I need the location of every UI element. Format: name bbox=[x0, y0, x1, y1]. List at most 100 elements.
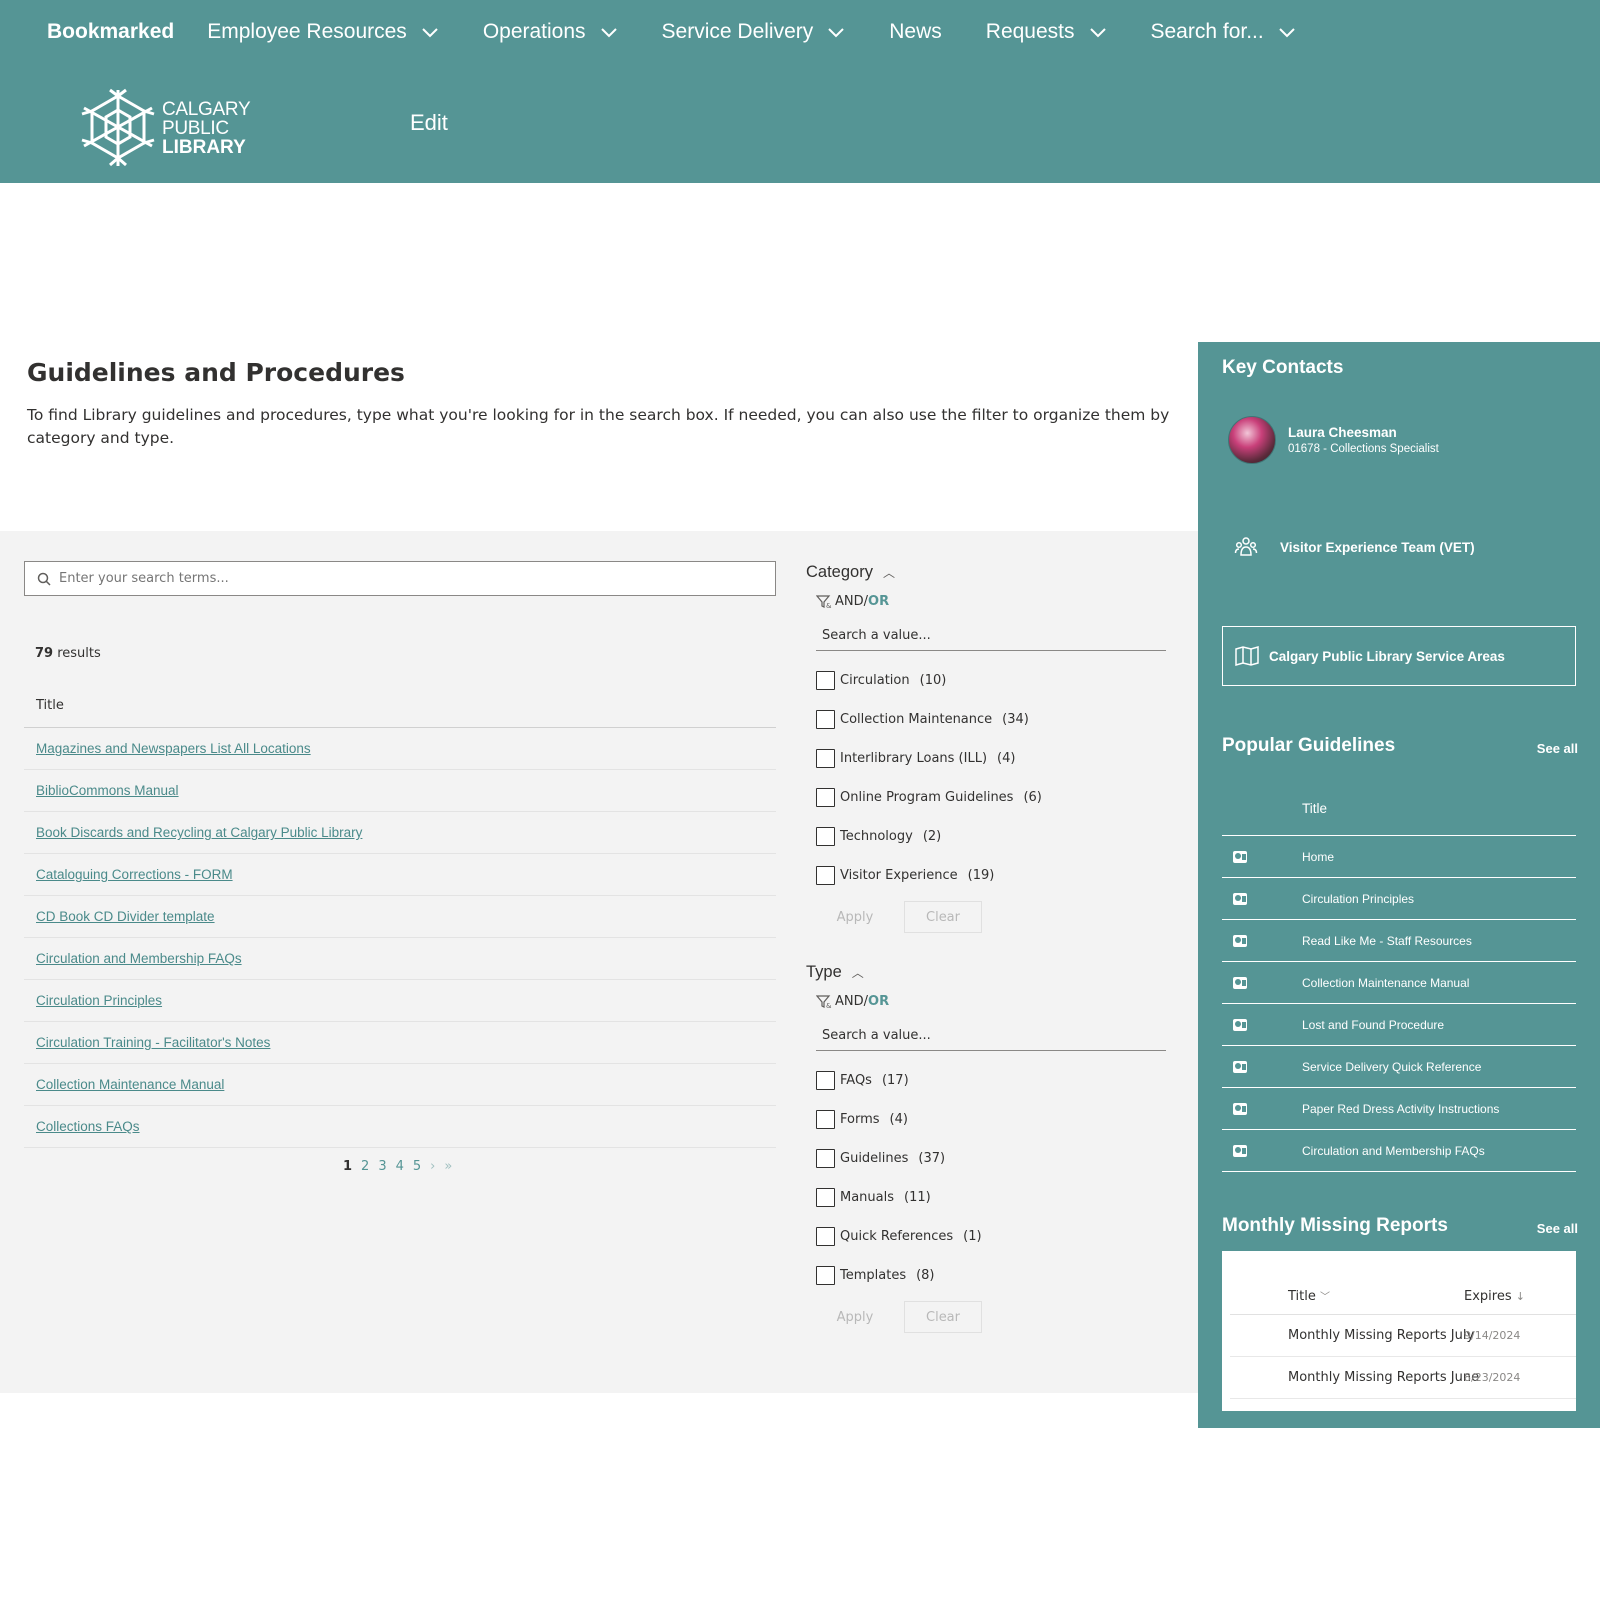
page-5[interactable]: 5 bbox=[413, 1159, 421, 1174]
team-link[interactable]: Visitor Experience Team (VET) bbox=[1234, 535, 1475, 559]
result-link[interactable]: Magazines and Newspapers List All Locati… bbox=[36, 741, 311, 756]
missing-col-title[interactable]: Title ﹀ bbox=[1230, 1288, 1464, 1304]
list-item[interactable]: Read Like Me - Staff Resources bbox=[1222, 920, 1576, 962]
library-snowflake-logo-icon bbox=[81, 88, 155, 167]
search-input[interactable] bbox=[59, 571, 739, 586]
filter-option[interactable]: Manuals (11) bbox=[816, 1178, 1174, 1217]
list-item[interactable]: Lost and Found Procedure bbox=[1222, 1004, 1576, 1046]
apply-button[interactable]: Apply bbox=[820, 901, 890, 933]
nav-operations[interactable]: Operations bbox=[483, 20, 618, 44]
list-item[interactable]: Circulation Principles bbox=[1222, 878, 1576, 920]
checkbox[interactable] bbox=[816, 1266, 835, 1285]
page-4[interactable]: 4 bbox=[396, 1159, 404, 1174]
contact-card[interactable]: Laura Cheesman 01678 - Collections Speci… bbox=[1228, 416, 1439, 464]
filter-option[interactable]: Guidelines (37) bbox=[816, 1139, 1174, 1178]
list-item[interactable]: Home bbox=[1222, 836, 1576, 878]
filter-option[interactable]: Technology (2) bbox=[816, 817, 1174, 856]
filter-option[interactable]: Forms (4) bbox=[816, 1100, 1174, 1139]
option-label: Manuals bbox=[840, 1190, 895, 1205]
result-link[interactable]: BiblioCommons Manual bbox=[36, 783, 179, 798]
result-link[interactable]: Collections FAQs bbox=[36, 1119, 140, 1134]
nav-search-for[interactable]: Search for... bbox=[1151, 20, 1296, 44]
page-3[interactable]: 3 bbox=[378, 1159, 386, 1174]
category-filter-header[interactable]: Category ︿ bbox=[806, 563, 1174, 582]
list-item[interactable]: Service Delivery Quick Reference bbox=[1222, 1046, 1576, 1088]
filter-option[interactable]: FAQs (17) bbox=[816, 1061, 1174, 1100]
next-page-icon[interactable]: › bbox=[430, 1159, 435, 1174]
service-areas-button[interactable]: Calgary Public Library Service Areas bbox=[1222, 626, 1576, 686]
checkbox[interactable] bbox=[816, 788, 835, 807]
filter-option[interactable]: Quick References (1) bbox=[816, 1217, 1174, 1256]
result-link[interactable]: CD Book CD Divider template bbox=[36, 909, 215, 924]
checkbox[interactable] bbox=[816, 710, 835, 729]
checkbox[interactable] bbox=[816, 1110, 835, 1129]
checkbox[interactable] bbox=[816, 827, 835, 846]
option-count: (2) bbox=[922, 829, 942, 844]
checkbox[interactable] bbox=[816, 1071, 835, 1090]
andor-toggle[interactable]: & AND/OR bbox=[816, 994, 1174, 1009]
nav-label: Operations bbox=[482, 20, 586, 43]
contact-info: Laura Cheesman 01678 - Collections Speci… bbox=[1288, 425, 1439, 455]
option-label: Online Program Guidelines bbox=[840, 790, 1014, 805]
apply-button[interactable]: Apply bbox=[820, 1301, 890, 1333]
checkbox[interactable] bbox=[816, 1227, 835, 1246]
edit-button[interactable]: Edit bbox=[410, 110, 448, 136]
type-filter-header[interactable]: Type ︿ bbox=[806, 963, 1174, 982]
filter-option[interactable]: Interlibrary Loans (ILL) (4) bbox=[816, 739, 1174, 778]
monthly-missing-list: Title ﹀ Expires ↓ Monthly Missing Report… bbox=[1222, 1251, 1576, 1411]
option-count: (37) bbox=[918, 1151, 946, 1166]
list-item-label: Collection Maintenance Manual bbox=[1302, 975, 1470, 990]
nav-requests[interactable]: Requests bbox=[986, 20, 1107, 44]
filter-option[interactable]: Online Program Guidelines (6) bbox=[816, 778, 1174, 817]
nav-employee-resources[interactable]: Employee Resources bbox=[207, 20, 439, 44]
table-row: Circulation Training - Facilitator's Not… bbox=[24, 1022, 776, 1064]
checkbox[interactable] bbox=[816, 1149, 835, 1168]
sharepoint-page-icon bbox=[1233, 976, 1247, 989]
result-link[interactable]: Book Discards and Recycling at Calgary P… bbox=[36, 825, 362, 840]
table-row[interactable]: Monthly Missing Reports July 9/14/2024 bbox=[1230, 1315, 1576, 1357]
last-page-icon[interactable]: » bbox=[444, 1159, 452, 1174]
filter-option[interactable]: Visitor Experience (19) bbox=[816, 856, 1174, 895]
popular-see-all-link[interactable]: See all bbox=[1537, 741, 1578, 756]
results-column-title[interactable]: Title bbox=[24, 683, 776, 728]
type-value-search[interactable]: Search a value... bbox=[816, 1021, 1166, 1051]
category-value-search[interactable]: Search a value... bbox=[816, 621, 1166, 651]
list-item[interactable]: Collection Maintenance Manual bbox=[1222, 962, 1576, 1004]
result-link[interactable]: Circulation Principles bbox=[36, 993, 162, 1008]
nav-brand-bookmarked[interactable]: Bookmarked bbox=[47, 20, 174, 44]
result-link[interactable]: Circulation and Membership FAQs bbox=[36, 951, 242, 966]
filter-icon: & bbox=[816, 994, 832, 1009]
checkbox[interactable] bbox=[816, 1188, 835, 1207]
checkbox[interactable] bbox=[816, 749, 835, 768]
table-row: Collections FAQs bbox=[24, 1106, 776, 1148]
list-item[interactable]: Paper Red Dress Activity Instructions bbox=[1222, 1088, 1576, 1130]
page-1[interactable]: 1 bbox=[343, 1159, 352, 1174]
checkbox[interactable] bbox=[816, 866, 835, 885]
category-filter-title: Category bbox=[806, 563, 873, 581]
andor-and: AND/ bbox=[835, 594, 869, 609]
clear-button[interactable]: Clear bbox=[904, 901, 982, 933]
missing-col-expires[interactable]: Expires ↓ bbox=[1464, 1289, 1525, 1304]
andor-toggle[interactable]: & AND/OR bbox=[816, 594, 1174, 609]
option-count: (11) bbox=[904, 1190, 931, 1205]
result-link[interactable]: Circulation Training - Facilitator's Not… bbox=[36, 1035, 270, 1050]
filter-option[interactable]: Circulation (10) bbox=[816, 661, 1174, 700]
option-label: Forms bbox=[840, 1112, 880, 1127]
filter-option[interactable]: Collection Maintenance (34) bbox=[816, 700, 1174, 739]
site-logo[interactable]: CALGARY PUBLIC LIBRARY bbox=[78, 88, 251, 168]
missing-see-all-link[interactable]: See all bbox=[1537, 1221, 1578, 1236]
nav-news[interactable]: News bbox=[889, 20, 942, 44]
filter-option[interactable]: Templates (8) bbox=[816, 1256, 1174, 1295]
search-box[interactable] bbox=[24, 561, 776, 596]
list-item[interactable]: Circulation and Membership FAQs bbox=[1222, 1130, 1576, 1172]
clear-button[interactable]: Clear bbox=[904, 1301, 982, 1333]
list-item-label: Circulation Principles bbox=[1302, 891, 1415, 906]
nav-service-delivery[interactable]: Service Delivery bbox=[662, 20, 846, 44]
result-link[interactable]: Cataloguing Corrections - FORM bbox=[36, 867, 233, 882]
table-row: Collection Maintenance Manual bbox=[24, 1064, 776, 1106]
popular-column-title[interactable]: Title bbox=[1222, 782, 1576, 836]
page-2[interactable]: 2 bbox=[361, 1159, 369, 1174]
table-row[interactable]: Monthly Missing Reports June 8/23/2024 bbox=[1230, 1357, 1576, 1399]
checkbox[interactable] bbox=[816, 671, 835, 690]
result-link[interactable]: Collection Maintenance Manual bbox=[36, 1077, 224, 1092]
